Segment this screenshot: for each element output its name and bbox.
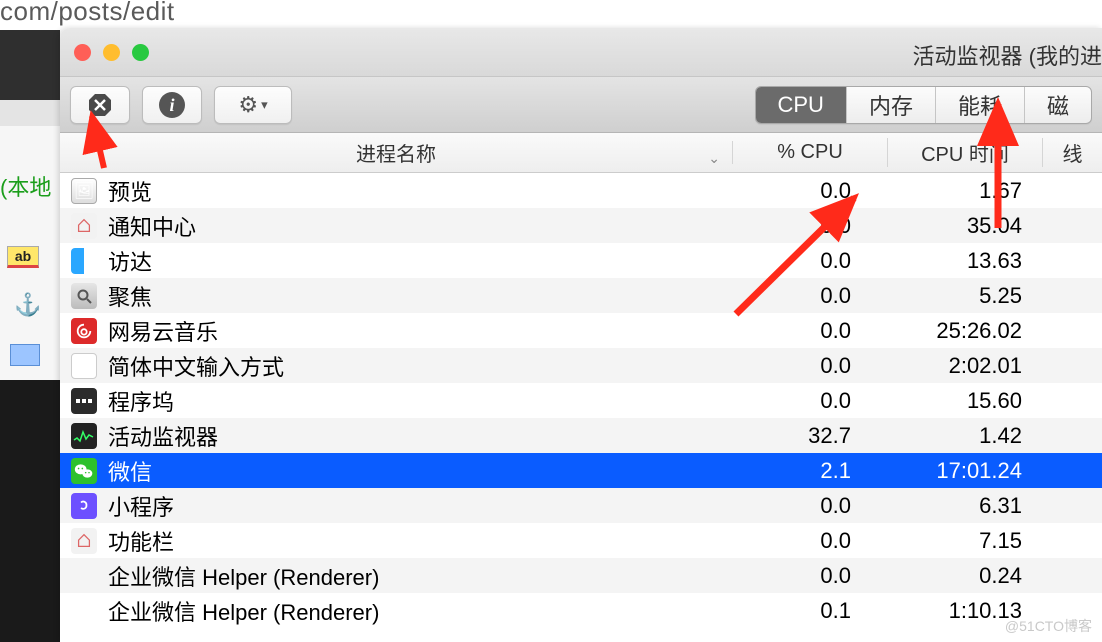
column-header-cpu[interactable]: % CPU [732, 141, 887, 164]
gear-menu-button[interactable]: ⚙ ▾ [214, 86, 292, 124]
ab-badge: ab [7, 246, 39, 268]
info-icon: i [159, 92, 185, 118]
process-row[interactable]: 小程序0.06.31 [60, 488, 1102, 523]
tab-memory[interactable]: 内存 [847, 87, 936, 123]
process-name: 功能栏 [108, 525, 732, 557]
process-cpu: 0.0 [732, 318, 887, 344]
process-cpu: 0.0 [732, 528, 887, 554]
process-list: 🖼预览0.01.67通知中心0.035.04访达0.013.63聚焦0.05.2… [60, 173, 1102, 628]
process-time: 13.63 [887, 248, 1042, 274]
tab-cpu[interactable]: CPU [756, 87, 847, 123]
process-row[interactable]: 企业微信 Helper (Renderer)0.11:10.13 [60, 593, 1102, 628]
sort-chevron-icon: ⌄ [708, 150, 720, 167]
process-name: 聚焦 [108, 280, 732, 312]
window-title: 活动监视器 (我的进 [913, 39, 1102, 71]
gear-icon: ⚙ [238, 92, 258, 118]
watermark: @51CTO博客 [1005, 616, 1092, 636]
browser-url-fragment: com/posts/edit [0, 0, 175, 27]
column-header-row: 进程名称 ⌄ % CPU CPU 时间 线 [60, 133, 1102, 173]
resource-tabs: CPU内存能耗磁 [755, 86, 1093, 124]
process-cpu: 0.0 [732, 563, 887, 589]
bg-black-strip [0, 380, 60, 642]
stop-process-button[interactable] [70, 86, 130, 124]
zoom-button[interactable] [132, 44, 149, 61]
traffic-lights [74, 44, 149, 61]
process-icon: 🖼 [60, 178, 108, 204]
process-cpu: 0.0 [732, 353, 887, 379]
process-time: 25:26.02 [887, 318, 1042, 344]
process-time: 1.42 [887, 423, 1042, 449]
column-header-name-label: 进程名称 [356, 144, 436, 166]
process-cpu: 0.0 [732, 248, 887, 274]
activity-monitor-window: 活动监视器 (我的进 i ⚙ ▾ CPU内存能耗磁 进程名称 ⌄ % CPU C… [60, 28, 1102, 642]
column-header-time[interactable]: CPU 时间 [887, 138, 1042, 167]
stop-octagon-icon [88, 93, 112, 117]
process-time: 1.67 [887, 178, 1042, 204]
process-name: 企业微信 Helper (Renderer) [108, 595, 732, 627]
process-name: 简体中文输入方式 [108, 350, 732, 382]
process-row[interactable]: 网易云音乐0.025:26.02 [60, 313, 1102, 348]
process-row[interactable]: 简体中文输入方式0.02:02.01 [60, 348, 1102, 383]
info-button[interactable]: i [142, 86, 202, 124]
process-icon [60, 423, 108, 449]
process-row[interactable]: 🖼预览0.01.67 [60, 173, 1102, 208]
process-name: 小程序 [108, 490, 732, 522]
process-row[interactable]: 企业微信 Helper (Renderer)0.00.24 [60, 558, 1102, 593]
process-time: 7.15 [887, 528, 1042, 554]
process-icon [60, 248, 108, 274]
process-time: 6.31 [887, 493, 1042, 519]
process-row[interactable]: 活动监视器32.71.42 [60, 418, 1102, 453]
process-time: 15.60 [887, 388, 1042, 414]
process-name: 活动监视器 [108, 420, 732, 452]
process-name: 通知中心 [108, 210, 732, 242]
process-icon [60, 388, 108, 414]
process-time: 5.25 [887, 283, 1042, 309]
close-button[interactable] [74, 44, 91, 61]
minimize-button[interactable] [103, 44, 120, 61]
column-header-threads[interactable]: 线 [1042, 138, 1102, 167]
process-cpu: 0.0 [732, 213, 887, 239]
process-time: 0.24 [887, 563, 1042, 589]
process-icon [60, 318, 108, 344]
chevron-down-icon: ▾ [261, 97, 268, 113]
process-cpu: 2.1 [732, 458, 887, 484]
process-name: 程序坞 [108, 385, 732, 417]
process-icon [60, 213, 108, 239]
blue-chip-icon [10, 344, 40, 366]
process-row[interactable]: 微信2.117:01.24 [60, 453, 1102, 488]
process-row[interactable]: 功能栏0.07.15 [60, 523, 1102, 558]
local-label: (本地 [0, 170, 51, 202]
process-time: 17:01.24 [887, 458, 1042, 484]
process-cpu: 32.7 [732, 423, 887, 449]
process-time: 2:02.01 [887, 353, 1042, 379]
process-icon [60, 283, 108, 309]
anchor-icon: ⚓ [14, 292, 41, 318]
process-icon [60, 458, 108, 484]
process-row[interactable]: 程序坞0.015.60 [60, 383, 1102, 418]
column-header-name[interactable]: 进程名称 ⌄ [60, 138, 732, 167]
process-name: 微信 [108, 455, 732, 487]
titlebar: 活动监视器 (我的进 [60, 28, 1102, 77]
tab-disk[interactable]: 磁 [1025, 87, 1091, 123]
process-cpu: 0.0 [732, 493, 887, 519]
bg-dark-strip [0, 30, 60, 100]
process-time: 35.04 [887, 213, 1042, 239]
process-name: 访达 [108, 245, 732, 277]
process-row[interactable]: 访达0.013.63 [60, 243, 1102, 278]
process-name: 网易云音乐 [108, 315, 732, 347]
tab-energy[interactable]: 能耗 [936, 87, 1025, 123]
toolbar: i ⚙ ▾ CPU内存能耗磁 [60, 77, 1102, 133]
process-icon [60, 353, 108, 379]
process-cpu: 0.0 [732, 388, 887, 414]
process-icon [60, 493, 108, 519]
process-name: 预览 [108, 175, 732, 207]
process-icon [60, 528, 108, 554]
bg-tabbar [0, 100, 60, 126]
process-cpu: 0.0 [732, 283, 887, 309]
process-row[interactable]: 通知中心0.035.04 [60, 208, 1102, 243]
process-name: 企业微信 Helper (Renderer) [108, 560, 732, 592]
process-row[interactable]: 聚焦0.05.25 [60, 278, 1102, 313]
process-cpu: 0.0 [732, 178, 887, 204]
process-cpu: 0.1 [732, 598, 887, 624]
